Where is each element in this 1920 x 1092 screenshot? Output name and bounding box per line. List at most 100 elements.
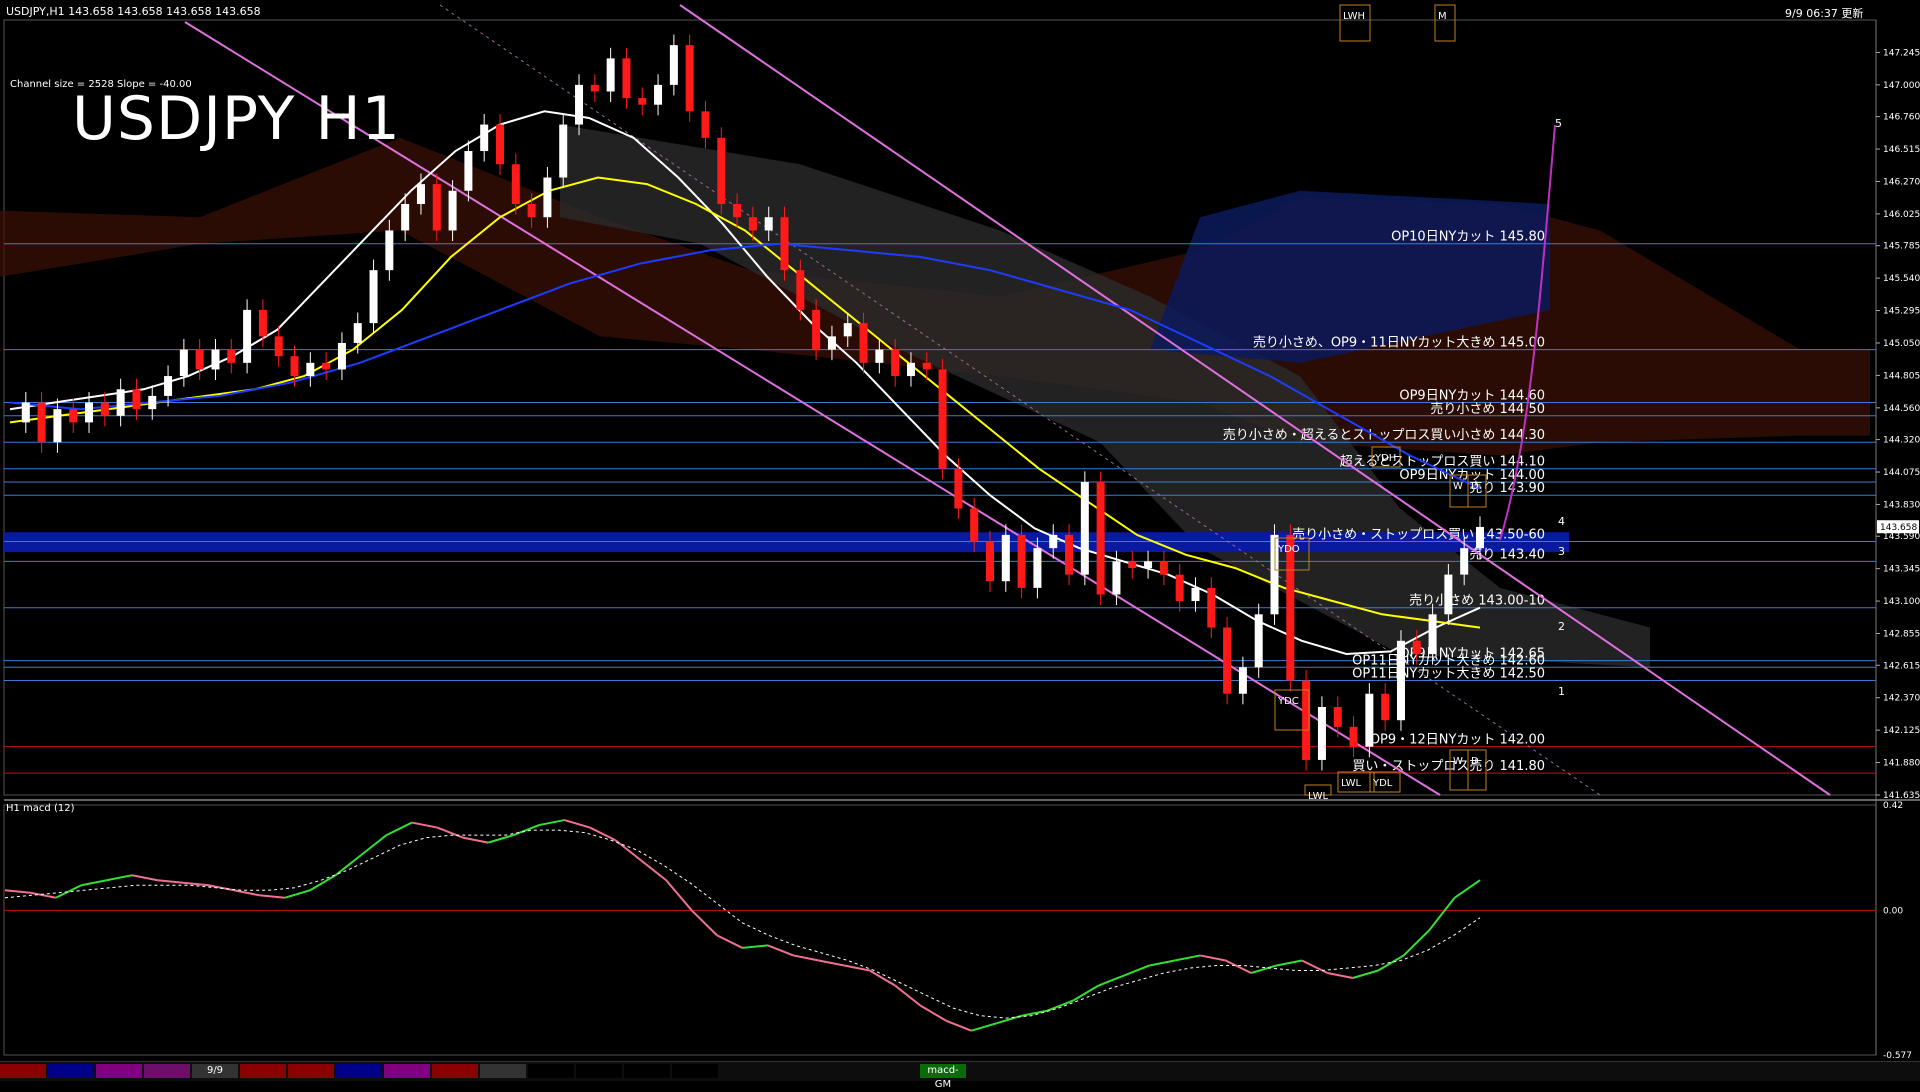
- candle-body: [1412, 640, 1421, 655]
- candle-body: [1396, 640, 1405, 721]
- price-tick-label: 142.615: [1883, 661, 1920, 671]
- macd-line-segment: [1403, 929, 1430, 957]
- candle-body: [53, 409, 62, 443]
- macd-line-segment: [309, 874, 337, 892]
- chart-tab[interactable]: [0, 1064, 46, 1078]
- candle-body: [1286, 534, 1295, 681]
- price-chart-svg[interactable]: OP10日NYカット 145.80 売り小さめ、OP9・11日NYカット大きめ 1…: [0, 0, 1920, 1080]
- candle-body: [464, 151, 473, 191]
- chart-tab[interactable]: [96, 1064, 142, 1078]
- macd-line-segment: [462, 836, 489, 844]
- chart-tab[interactable]: [240, 1064, 286, 1078]
- chart-tab-bar: 9/9 macd-GM: [0, 1061, 1920, 1090]
- macd-line-segment: [334, 854, 362, 876]
- macd-line-segment: [1174, 954, 1201, 962]
- macd-line-segment: [742, 944, 769, 949]
- chart-tab[interactable]: [432, 1064, 478, 1078]
- macd-line-segment: [614, 839, 642, 861]
- candle-body: [416, 184, 425, 204]
- macd-line-segment: [1327, 972, 1354, 980]
- macd-line-segment: [1022, 1009, 1048, 1017]
- macd-signal-line: [4, 829, 1481, 1019]
- candle-body: [211, 349, 220, 370]
- macd-line-segment: [1301, 959, 1328, 974]
- macd-line-segment: [818, 959, 845, 967]
- chart-tab[interactable]: [624, 1064, 670, 1078]
- macd-tick-label: -0.577: [1883, 1051, 1912, 1061]
- macd-line-segment: [538, 819, 565, 827]
- marker-box-label: M: [1438, 11, 1447, 22]
- macd-line-segment: [360, 834, 388, 856]
- candle-body: [1223, 627, 1232, 694]
- chart-tab[interactable]: [144, 1064, 190, 1078]
- macd-line-segment: [284, 889, 311, 899]
- chart-tab[interactable]: [528, 1064, 574, 1078]
- macd-line-segment: [55, 884, 82, 899]
- candle-body: [1112, 561, 1121, 595]
- price-tick-label: 144.320: [1883, 436, 1920, 446]
- candle-body: [1065, 534, 1074, 575]
- marker-box-label: D: [1471, 481, 1479, 492]
- chart-window: OP10日NYカット 145.80 売り小さめ、OP9・11日NYカット大きめ 1…: [0, 0, 1920, 1090]
- marker-box-label: YDH: [1374, 453, 1396, 464]
- candle-body: [116, 389, 125, 416]
- macd-line-segment: [106, 874, 133, 882]
- macd-line-segment: [920, 1004, 947, 1022]
- price-tick-label: 146.760: [1883, 113, 1920, 123]
- candle-body: [875, 349, 884, 363]
- candle-body: [85, 402, 94, 423]
- chart-tab[interactable]: [672, 1064, 718, 1078]
- macd-line-segment: [564, 819, 591, 829]
- macd-line-segment: [30, 891, 57, 899]
- candle-body: [337, 342, 346, 370]
- wave-label: 3: [1558, 545, 1565, 558]
- level-label: OP10日NYカット 145.80: [1391, 230, 1545, 245]
- price-tick-label: 143.830: [1883, 500, 1920, 510]
- chart-tab[interactable]: [336, 1064, 382, 1078]
- candle-body: [369, 270, 378, 324]
- chart-tab[interactable]: 9/9: [192, 1064, 238, 1078]
- chart-tab[interactable]: [576, 1064, 622, 1078]
- candle-body: [717, 137, 726, 204]
- marker-box-label: LWL: [1308, 791, 1329, 802]
- candle-body: [1159, 561, 1168, 575]
- level-label: 売り小さめ 143.00-10: [1409, 593, 1545, 609]
- marker-box-label: W: [1453, 481, 1463, 492]
- price-tick-label: 146.515: [1883, 145, 1920, 155]
- candle-body: [906, 362, 915, 377]
- candle-body: [527, 203, 536, 218]
- macd-line-segment: [971, 1022, 998, 1032]
- macd-line-segment: [386, 821, 413, 836]
- macd-line-segment: [665, 879, 693, 911]
- price-tick-label: 143.590: [1883, 532, 1920, 542]
- price-tick-label: 145.785: [1883, 242, 1920, 252]
- candle-body: [432, 184, 441, 231]
- candle-body: [1207, 587, 1216, 628]
- macd-line-segment: [1276, 959, 1303, 967]
- chart-tab[interactable]: [480, 1064, 526, 1078]
- candle-body: [543, 177, 552, 218]
- candle-body: [243, 309, 252, 363]
- candle-body: [1317, 706, 1326, 760]
- macd-line-segment: [131, 874, 158, 882]
- last-update-time: 9/9 06:37 更新: [1785, 7, 1864, 20]
- candle-body: [132, 389, 141, 410]
- chart-tab[interactable]: [384, 1064, 430, 1078]
- candle-body: [1096, 481, 1105, 595]
- candle-body: [164, 376, 173, 396]
- price-tick-label: 143.345: [1883, 565, 1920, 575]
- macd-line-segment: [1200, 954, 1226, 962]
- macd-line-segment: [640, 859, 667, 882]
- price-tick-label: 144.075: [1883, 468, 1920, 478]
- chart-tab[interactable]: [48, 1064, 94, 1078]
- candle-body: [780, 217, 789, 271]
- wave-label: 4: [1558, 515, 1565, 528]
- macd-line-segment: [1149, 959, 1176, 967]
- candle-body: [37, 402, 46, 443]
- chart-tab[interactable]: [288, 1064, 334, 1078]
- symbol-info: USDJPY,H1 143.658 143.658 143.658 143.65…: [6, 5, 261, 18]
- chart-tab[interactable]: macd-GM: [920, 1064, 966, 1090]
- candle-body: [575, 84, 584, 125]
- macd-line-segment: [411, 821, 438, 829]
- candle-body: [1444, 574, 1453, 615]
